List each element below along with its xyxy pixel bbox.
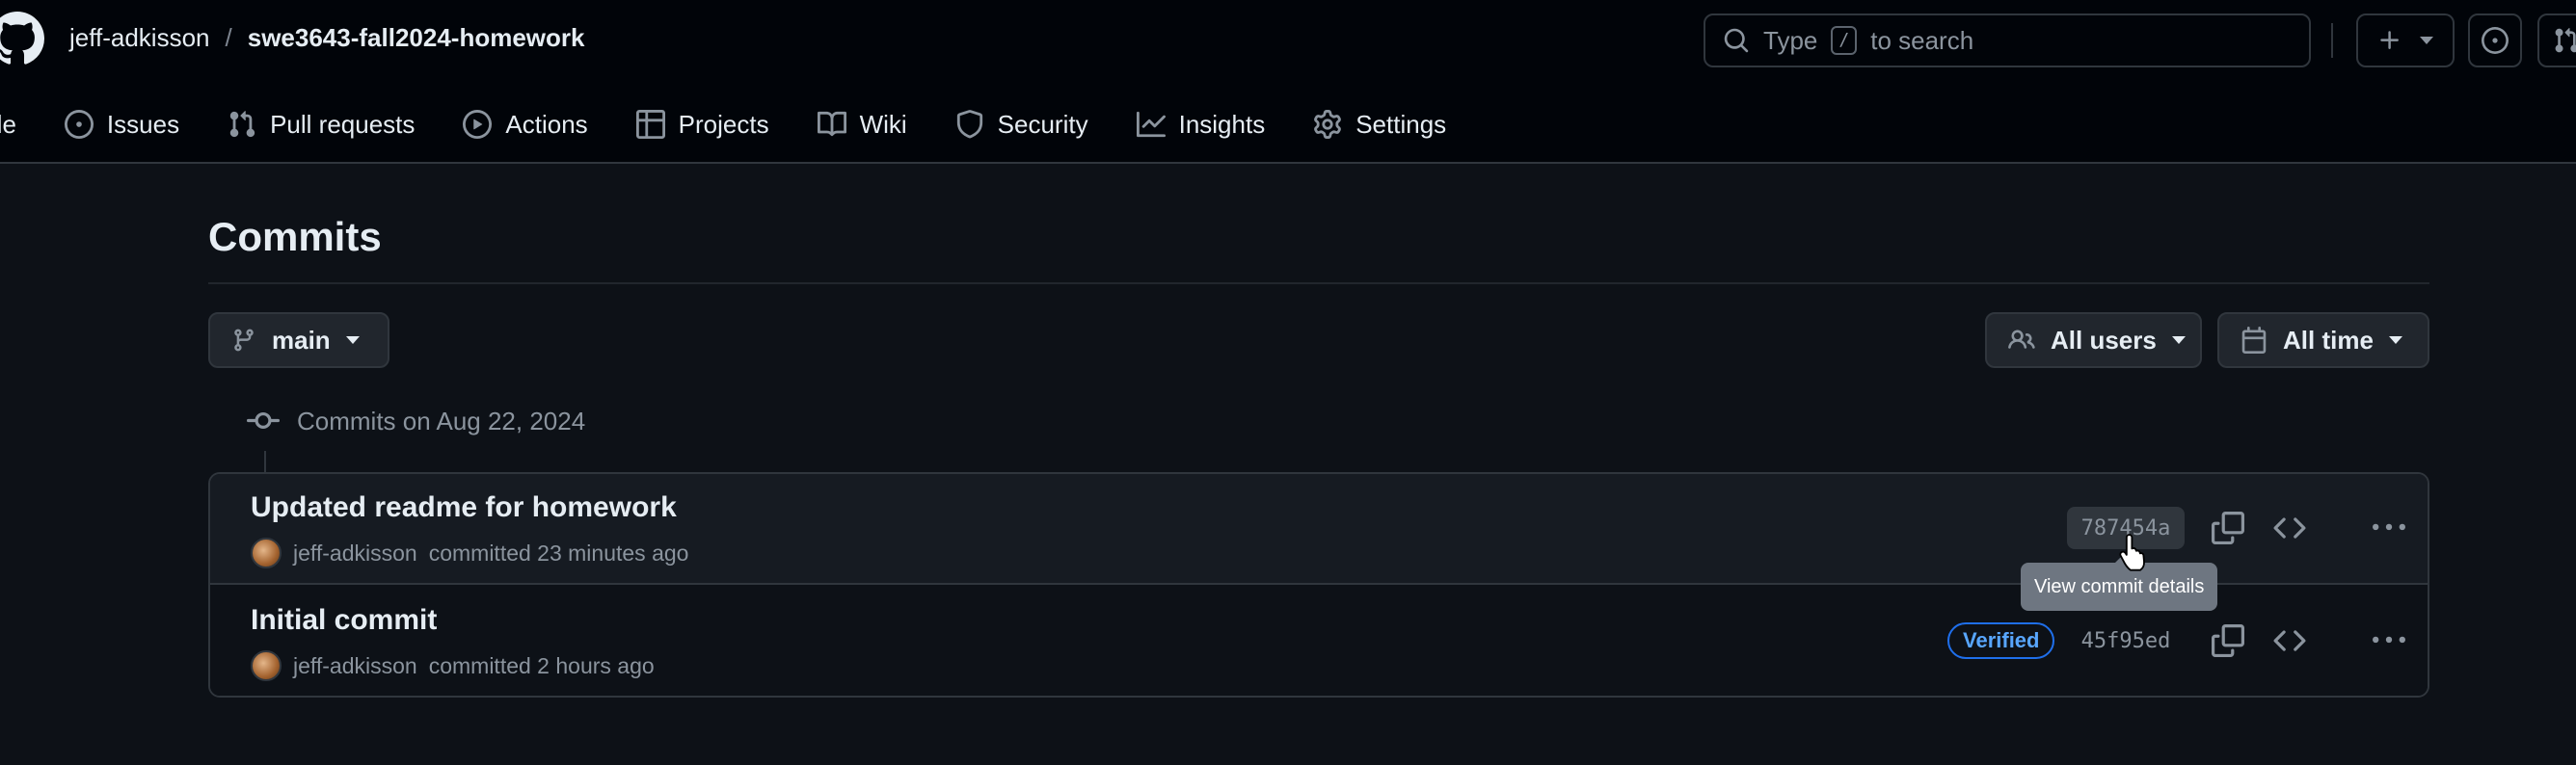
search-shortcut-key: /: [1831, 26, 1858, 55]
chevron-down-icon: [2171, 336, 2186, 344]
search-placeholder-prefix: Type: [1763, 25, 1818, 55]
issue-opened-icon: [2482, 27, 2509, 54]
users-filter-button[interactable]: All users: [1985, 312, 2202, 368]
nav-label-actions: Actions: [505, 109, 588, 139]
github-logo-icon[interactable]: [0, 12, 44, 66]
breadcrumb-separator: /: [225, 23, 232, 52]
commit-sha-link[interactable]: 45f95ed: [2067, 620, 2185, 662]
commit-time: committed 23 minutes ago: [428, 540, 689, 566]
shield-icon: [956, 110, 982, 139]
page-title: Commits: [208, 214, 382, 259]
commit-message-link[interactable]: Updated readme for homework: [251, 491, 677, 524]
tab-code[interactable]: de: [0, 110, 16, 140]
repo-link[interactable]: swe3643-fall2024-homework: [248, 23, 585, 53]
plus-icon: [2380, 31, 2399, 49]
git-branch-icon: [234, 329, 254, 352]
chevron-down-icon: [345, 336, 360, 344]
hand-pointer-cursor-icon: [2119, 534, 2145, 571]
play-icon: [463, 110, 493, 139]
copy-icon[interactable]: [2212, 512, 2244, 544]
tab-issues[interactable]: Issues: [64, 109, 180, 140]
nav-label-security: Security: [997, 109, 1088, 139]
timeline-line: [264, 451, 266, 474]
commit-group-date: Commits on Aug 22, 2024: [297, 406, 586, 435]
search-icon: [1724, 28, 1749, 53]
nav-label-insights: Insights: [1178, 109, 1266, 139]
gear-icon: [1314, 110, 1342, 139]
owner-link[interactable]: jeff-adkisson: [69, 23, 210, 53]
nav-label-issues: Issues: [106, 109, 180, 139]
commit-meta: jeff-adkisson committed 23 minutes ago: [251, 538, 688, 568]
header-divider: [2331, 23, 2333, 58]
time-filter-button[interactable]: All time: [2217, 312, 2429, 368]
pull-request-icon: [229, 111, 255, 138]
commit-author-link[interactable]: jeff-adkisson: [293, 653, 417, 679]
commit-time: committed 2 hours ago: [428, 652, 655, 678]
repo-header: jeff-adkisson / swe3643-fall2024-homewor…: [0, 0, 2576, 164]
title-divider: [208, 282, 2429, 284]
your-issues-button[interactable]: [2468, 13, 2522, 67]
tab-actions[interactable]: Actions: [463, 109, 588, 140]
avatar[interactable]: [251, 538, 282, 568]
copy-icon[interactable]: [2212, 624, 2244, 657]
tab-security[interactable]: Security: [955, 110, 1088, 140]
commit-message-link[interactable]: Initial commit: [251, 604, 437, 637]
git-commit-icon: [247, 411, 280, 429]
pull-request-icon: [2555, 28, 2576, 53]
avatar[interactable]: [251, 650, 282, 681]
create-new-button[interactable]: [2356, 13, 2455, 67]
time-filter-label: All time: [2283, 325, 2374, 355]
nav-label-projects: Projects: [678, 109, 769, 139]
nav-label-code: de: [0, 109, 16, 139]
tab-insights[interactable]: Insights: [1136, 109, 1266, 140]
tab-pull-requests[interactable]: Pull requests: [228, 110, 415, 140]
chevron-down-icon: [2420, 37, 2433, 44]
commit-group-heading: Commits on Aug 22, 2024: [247, 405, 585, 437]
verified-badge[interactable]: Verified: [1947, 622, 2055, 659]
people-icon: [2008, 330, 2035, 349]
your-pull-requests-button[interactable]: [2537, 13, 2576, 67]
nav-label-wiki: Wiki: [859, 109, 907, 139]
tab-wiki[interactable]: Wiki: [817, 109, 907, 140]
more-options-icon[interactable]: [2373, 512, 2405, 544]
branch-select-button[interactable]: main: [208, 312, 389, 368]
commit-author-link[interactable]: jeff-adkisson: [293, 541, 417, 567]
search-placeholder-suffix: to search: [1870, 25, 1974, 55]
calendar-icon: [2241, 327, 2267, 354]
chevron-down-icon: [2388, 336, 2402, 344]
repo-nav: de Issues Pull requests Actions Projects…: [0, 100, 1494, 148]
more-options-icon[interactable]: [2373, 624, 2405, 657]
graph-icon: [1136, 111, 1166, 138]
code-icon[interactable]: [2273, 512, 2306, 544]
tab-settings[interactable]: Settings: [1313, 110, 1446, 140]
table-icon: [635, 110, 665, 139]
branch-label: main: [272, 325, 331, 355]
commit-meta: jeff-adkisson committed 2 hours ago: [251, 650, 655, 681]
nav-label-settings: Settings: [1355, 109, 1447, 139]
users-filter-label: All users: [2051, 325, 2157, 355]
book-icon: [817, 111, 846, 137]
tab-projects[interactable]: Projects: [635, 109, 769, 140]
breadcrumb: jeff-adkisson / swe3643-fall2024-homewor…: [69, 23, 584, 53]
nav-label-pull-requests: Pull requests: [270, 109, 416, 139]
search-input[interactable]: Type / to search: [1704, 13, 2311, 67]
code-icon[interactable]: [2273, 624, 2306, 657]
issue-icon: [64, 110, 94, 139]
